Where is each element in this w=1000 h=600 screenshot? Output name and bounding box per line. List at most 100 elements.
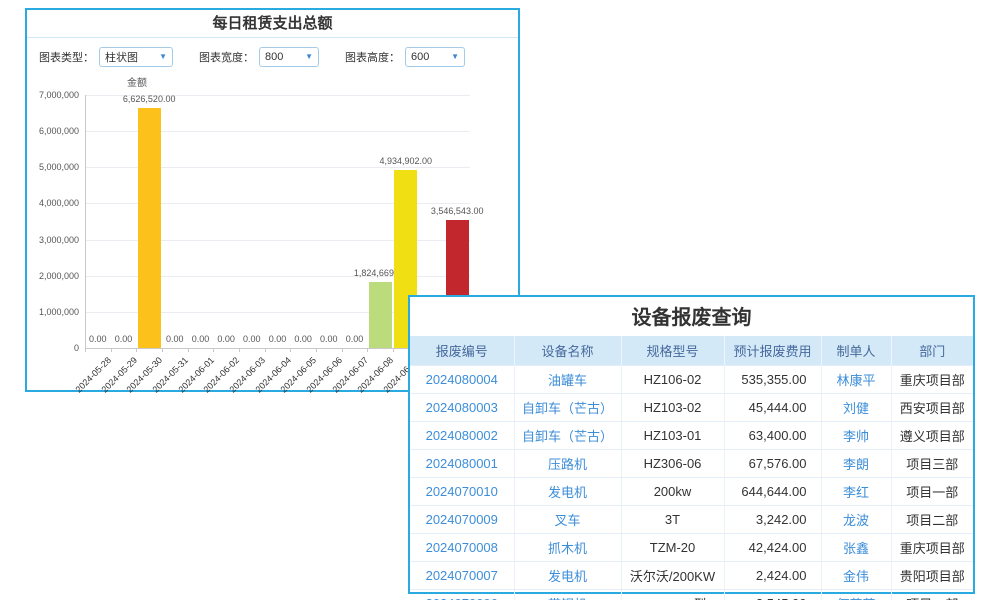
name-cell[interactable]: 压路机 [514,450,621,478]
app-workspace: 每日租赁支出总额 图表类型：柱状图▼图表宽度：800▼图表高度：600▼ 金额 … [0,0,1000,600]
cost-cell: 644,644.00 [724,478,821,506]
creator-cell[interactable]: 张鑫 [821,534,891,562]
column-header: 预计报废费用 [724,336,821,366]
dept-cell: 西安项目部 [891,394,973,422]
name-cell[interactable]: 带锯机 [514,590,621,600]
table-row: 2024070010发电机200kw644,644.00李红项目一部 [410,478,973,506]
y-axis-tick-label: 4,000,000 [27,198,79,208]
x-axis-tick [85,348,86,352]
x-axis-tick [188,348,189,352]
id-cell[interactable]: 2024080002 [410,422,514,450]
creator-cell[interactable]: 李红 [821,478,891,506]
table-row: 2024070009叉车3T3,242.00龙波项目二部 [410,506,973,534]
x-axis-tick [393,348,394,352]
name-cell[interactable]: 油罐车 [514,366,621,394]
spec-cell: HZ306-06 [621,450,724,478]
dept-cell: 重庆项目部 [891,366,973,394]
dept-cell: 项目三部 [891,450,973,478]
name-cell[interactable]: 自卸车（芒古） [514,394,621,422]
id-cell[interactable]: 2024080004 [410,366,514,394]
x-axis-tick [367,348,368,352]
dept-cell: 遵义项目部 [891,422,973,450]
table-panel-title: 设备报废查询 [410,297,973,336]
column-header: 部门 [891,336,973,366]
name-cell[interactable]: 发电机 [514,562,621,590]
x-axis-tick [342,348,343,352]
x-axis-tick [136,348,137,352]
bar-value-label: 4,934,902.00 [360,156,452,166]
y-axis-title: 金额 [127,74,147,89]
creator-cell[interactable]: 刘健 [821,394,891,422]
spec-cell: 3T [621,506,724,534]
spec-cell: HZ103-01 [621,422,724,450]
y-axis-tick-label: 1,000,000 [27,307,79,317]
id-cell[interactable]: 2024070008 [410,534,514,562]
name-cell[interactable]: 叉车 [514,506,621,534]
dept-cell: 项目二部 [891,506,973,534]
y-axis-tick-label: 6,000,000 [27,126,79,136]
bar-value-label: 6,626,520.00 [103,94,195,104]
x-axis-tick [239,348,240,352]
id-cell[interactable]: 2024080001 [410,450,514,478]
cost-cell: 45,444.00 [724,394,821,422]
id-cell[interactable]: 2024070007 [410,562,514,590]
y-axis-tick-label: 2,000,000 [27,271,79,281]
column-header: 制单人 [821,336,891,366]
x-axis-tick [213,348,214,352]
spec-cell: MJ3210B型 [621,590,724,600]
table-row: 2024070008抓木机TZM-2042,424.00张鑫重庆项目部 [410,534,973,562]
table-row: 2024070007发电机沃尔沃/200KW2,424.00金伟贵阳项目部 [410,562,973,590]
name-cell[interactable]: 抓木机 [514,534,621,562]
x-axis-tick [290,348,291,352]
dept-cell: 贵阳项目部 [891,562,973,590]
dept-cell: 重庆项目部 [891,534,973,562]
column-header: 设备名称 [514,336,621,366]
y-axis-tick-label: 3,000,000 [27,235,79,245]
table-row: 2024080003自卸车（芒古）HZ103-0245,444.00刘健西安项目… [410,394,973,422]
table-header-row: 报废编号设备名称规格型号预计报废费用制单人部门 [410,336,973,366]
spec-cell: 沃尔沃/200KW [621,562,724,590]
spec-cell: TZM-20 [621,534,724,562]
spec-cell: HZ106-02 [621,366,724,394]
cost-cell: 535,355.00 [724,366,821,394]
table-row: 2024080004油罐车HZ106-02535,355.00林康平重庆项目部 [410,366,973,394]
column-header: 规格型号 [621,336,724,366]
table-row: 2024080001压路机HZ306-0667,576.00李朗项目三部 [410,450,973,478]
creator-cell[interactable]: 何芷茵 [821,590,891,600]
scrap-query-panel: 设备报废查询 报废编号设备名称规格型号预计报废费用制单人部门 202408000… [408,295,975,594]
table-row: 2024070006带锯机MJ3210B型2,545.00何芷茵项目一部 [410,590,973,600]
cost-cell: 2,424.00 [724,562,821,590]
x-axis-tick [111,348,112,352]
x-axis-tick [316,348,317,352]
column-header: 报废编号 [410,336,514,366]
y-axis-tick-label: 5,000,000 [27,162,79,172]
y-axis-tick-label: 0 [27,343,79,353]
spec-cell: HZ103-02 [621,394,724,422]
id-cell[interactable]: 2024070006 [410,590,514,600]
y-axis-tick-label: 7,000,000 [27,90,79,100]
bar [138,108,161,348]
id-cell[interactable]: 2024070010 [410,478,514,506]
name-cell[interactable]: 发电机 [514,478,621,506]
cost-cell: 42,424.00 [724,534,821,562]
dept-cell: 项目一部 [891,478,973,506]
creator-cell[interactable]: 林康平 [821,366,891,394]
bar-value-label: 3,546,543.00 [411,206,503,216]
cost-cell: 2,545.00 [724,590,821,600]
creator-cell[interactable]: 龙波 [821,506,891,534]
id-cell[interactable]: 2024070009 [410,506,514,534]
y-axis-line [85,95,86,348]
creator-cell[interactable]: 金伟 [821,562,891,590]
scrap-table: 报废编号设备名称规格型号预计报废费用制单人部门 2024080004油罐车HZ1… [410,336,973,600]
x-axis-tick [162,348,163,352]
x-axis-tick [265,348,266,352]
dept-cell: 项目一部 [891,590,973,600]
cost-cell: 3,242.00 [724,506,821,534]
cost-cell: 67,576.00 [724,450,821,478]
creator-cell[interactable]: 李帅 [821,422,891,450]
name-cell[interactable]: 自卸车（芒古） [514,422,621,450]
creator-cell[interactable]: 李朗 [821,450,891,478]
table-row: 2024080002自卸车（芒古）HZ103-0163,400.00李帅遵义项目… [410,422,973,450]
id-cell[interactable]: 2024080003 [410,394,514,422]
spec-cell: 200kw [621,478,724,506]
